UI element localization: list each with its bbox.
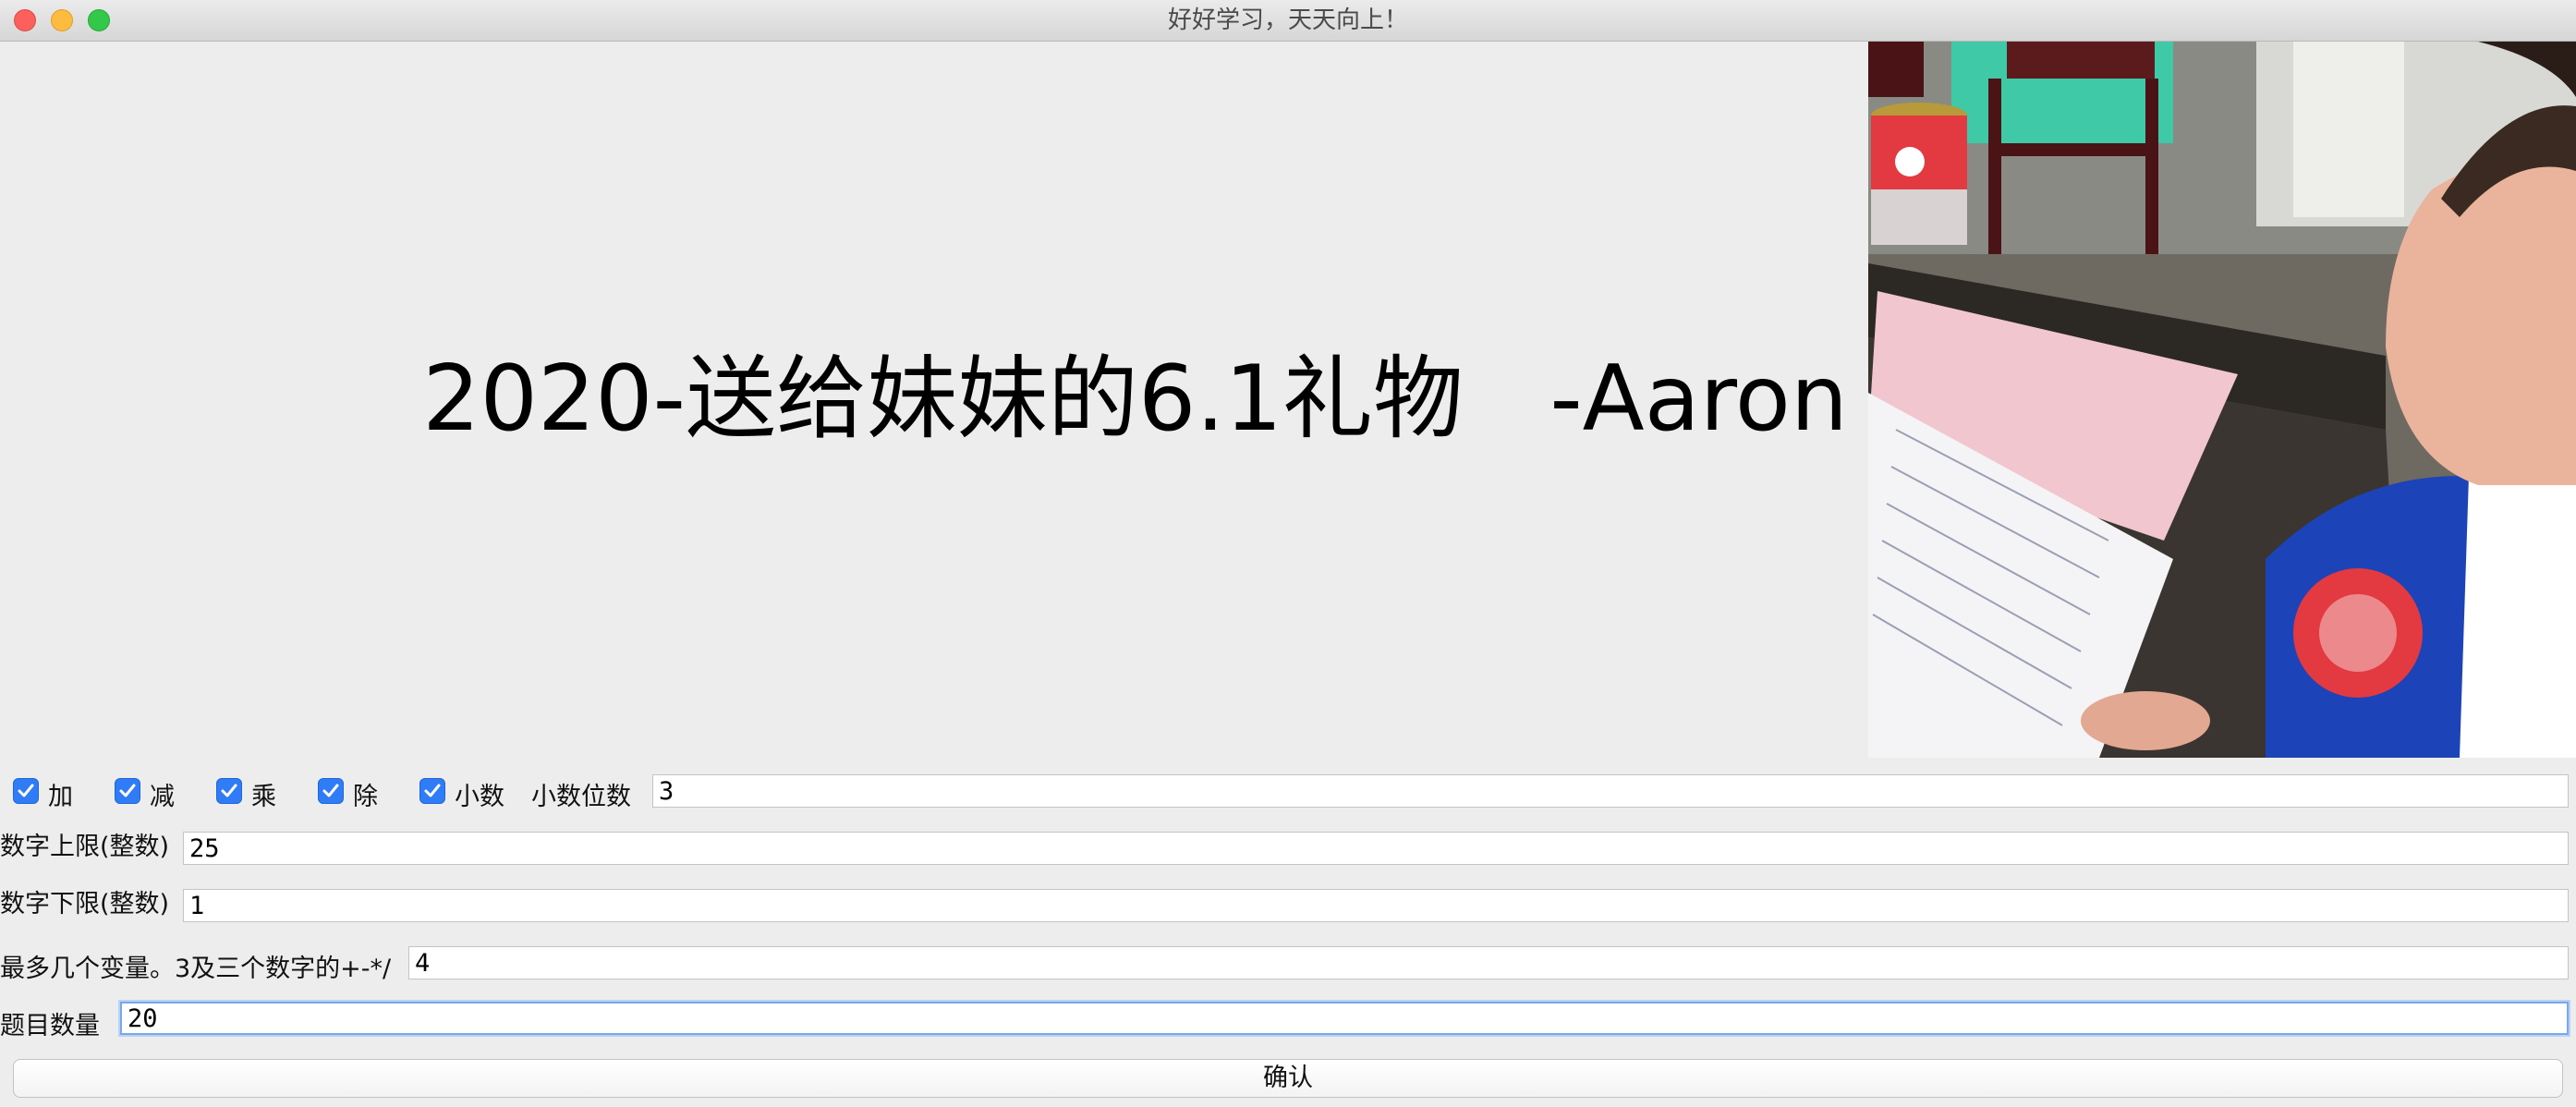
checkmark-icon	[18, 784, 34, 797]
photo-watermark: VUE	[2465, 679, 2533, 717]
decimal-label: 小数	[455, 783, 504, 811]
upper-limit-label: 数字上限(整数)	[0, 833, 170, 861]
upper-limit-input[interactable]	[183, 832, 2569, 865]
confirm-button[interactable]: 确认	[13, 1059, 2563, 1098]
max-variables-label: 最多几个变量。3及三个数字的+-*/	[0, 955, 392, 983]
divide-label: 除	[353, 783, 378, 811]
photo-credit: @皮文景	[2497, 728, 2570, 750]
add-checkbox[interactable]	[13, 778, 39, 804]
window-title: 好好学习，天天向上！	[1167, 6, 1408, 34]
max-variables-input[interactable]	[408, 946, 2569, 979]
banner-area: 2020-送给妹妹的6.1礼物 -Aaron	[0, 42, 1868, 758]
multiply-label: 乘	[251, 783, 276, 811]
divide-checkbox[interactable]	[318, 778, 344, 804]
decimal-checkbox[interactable]	[419, 778, 445, 804]
question-count-label: 题目数量	[0, 1012, 100, 1040]
checkmark-icon	[322, 784, 339, 797]
add-label: 加	[48, 783, 73, 811]
subtract-checkbox[interactable]	[115, 778, 140, 804]
checkmark-icon	[221, 784, 237, 797]
checkmark-icon	[424, 784, 441, 797]
title-bar[interactable]: 好好学习，天天向上！	[0, 0, 2576, 42]
question-count-input[interactable]	[120, 1002, 2569, 1035]
decimal-places-label: 小数位数	[531, 783, 631, 811]
lower-limit-input[interactable]	[183, 889, 2569, 922]
banner-photo: VUE @皮文景	[1868, 42, 2576, 758]
checkmark-icon	[119, 784, 136, 797]
subtract-label: 减	[150, 783, 175, 811]
lower-limit-label: 数字下限(整数)	[0, 890, 170, 918]
decimal-places-input[interactable]	[652, 774, 2569, 808]
banner-title: 2020-送给妹妹的6.1礼物 -Aaron	[422, 347, 1848, 452]
multiply-checkbox[interactable]	[216, 778, 242, 804]
app-window: 好好学习，天天向上！ 2020-送给妹妹的6.1礼物 -Aaron VUE @皮…	[0, 0, 2576, 1107]
